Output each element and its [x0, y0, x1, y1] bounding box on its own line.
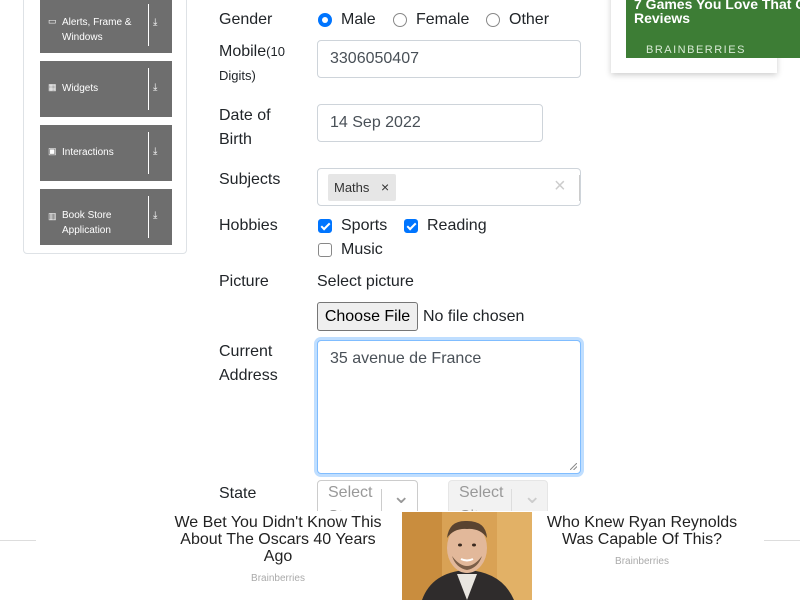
hobby-reading-label[interactable]: Reading: [427, 216, 487, 236]
file-status-text: No file chosen: [423, 308, 525, 325]
divider: [148, 68, 149, 110]
choose-file-button[interactable]: Choose File: [317, 302, 418, 331]
city-placeholder-line1: Select: [459, 484, 504, 501]
sidebar-item-interactions[interactable]: ▣ Interactions ⤓: [40, 125, 172, 181]
dob-input[interactable]: 14 Sep 2022: [317, 104, 543, 142]
ad-source-ryan-reynolds: Brainberries: [615, 556, 669, 567]
ad-thumbnail-image[interactable]: [402, 512, 532, 600]
sidebar-item-book-store[interactable]: ▥ Book Store Application ⤓: [40, 189, 172, 245]
sidebar-item-label: Alerts, Frame & Windows: [62, 17, 132, 43]
download-arrow-icon: ⤓: [153, 17, 158, 28]
resize-handle-icon[interactable]: [570, 463, 577, 470]
gender-male-label[interactable]: Male: [341, 10, 376, 30]
picture-label: Picture: [219, 273, 269, 290]
ad-headline-line2: Reviews: [634, 10, 691, 26]
interactions-icon: ▣: [48, 146, 57, 156]
sidebar-item-label: Interactions: [62, 147, 114, 158]
divider: [148, 4, 149, 46]
address-label-line1: Current: [219, 343, 273, 360]
download-arrow-icon: ⤓: [153, 82, 158, 93]
ad-source: BRAINBERRIES: [646, 44, 746, 56]
mobile-label-text: Mobile: [219, 43, 267, 60]
gender-female-radio[interactable]: [393, 13, 407, 27]
sidebar-item-alerts-frame-windows[interactable]: ▭ Alerts, Frame & Windows ⤓: [40, 0, 172, 53]
gender-other-label[interactable]: Other: [509, 10, 549, 30]
sidebar-item-label: Widgets: [62, 83, 99, 94]
download-arrow-icon: ⤓: [153, 146, 158, 157]
ad-headline: 7 Games You Love That C Reviews: [634, 0, 800, 25]
ad-headline-oscars[interactable]: We Bet You Didn't Know This About The Os…: [170, 514, 386, 565]
sidebar-item-label: Book Store Application: [62, 210, 112, 236]
subject-tag-maths: Maths ×: [328, 174, 396, 201]
book-icon: ▥: [48, 211, 57, 221]
window-icon: ▭: [48, 16, 57, 26]
gender-other-radio[interactable]: [486, 13, 500, 27]
current-address-label: Current Address: [219, 340, 278, 388]
chevron-down-icon[interactable]: ⌄: [392, 483, 410, 509]
separator: [381, 489, 382, 513]
ad-banner-top-right[interactable]: 7 Games You Love That C Reviews BRAINBER…: [626, 0, 800, 58]
dob-label-line2: Birth: [219, 131, 252, 148]
hobbies-label: Hobbies: [219, 217, 278, 234]
clear-icon[interactable]: ×: [554, 175, 566, 198]
subject-tag-label: Maths: [334, 180, 370, 195]
download-arrow-icon: ⤓: [153, 210, 158, 221]
ad-headline-ryan-reynolds[interactable]: Who Knew Ryan Reynolds Was Capable Of Th…: [541, 514, 743, 548]
widgets-icon: ▦: [48, 82, 57, 92]
gender-male-radio[interactable]: [318, 13, 332, 27]
gender-female-label[interactable]: Female: [416, 10, 469, 30]
sidebar-item-widgets[interactable]: ▦ Widgets ⤓: [40, 61, 172, 117]
hobby-music-checkbox[interactable]: [318, 243, 332, 257]
hobby-reading-checkbox[interactable]: [404, 219, 418, 233]
bottom-ad-container[interactable]: We Bet You Didn't Know This About The Os…: [36, 511, 764, 600]
subjects-input[interactable]: Maths × ×: [317, 168, 581, 206]
subjects-label: Subjects: [219, 171, 281, 188]
ad-source-oscars: Brainberries: [251, 573, 305, 584]
mobile-label: Mobile(10 Digits): [219, 40, 299, 88]
remove-tag-icon[interactable]: ×: [381, 179, 389, 195]
address-text: 35 avenue de France: [330, 350, 482, 367]
state-placeholder-line1: Select: [328, 484, 373, 501]
current-address-textarea[interactable]: 35 avenue de France: [317, 340, 581, 474]
state-label: State: [219, 485, 257, 502]
divider: [148, 132, 149, 174]
mobile-input[interactable]: 3306050407: [317, 40, 581, 78]
hobby-sports-checkbox[interactable]: [318, 219, 332, 233]
separator: [511, 489, 512, 513]
address-label-line2: Address: [219, 367, 278, 384]
divider: [148, 196, 149, 238]
dob-label-line1: Date of: [219, 107, 271, 124]
hobby-sports-label[interactable]: Sports: [341, 216, 387, 236]
dob-label: Date of Birth: [219, 104, 271, 152]
select-picture-text: Select picture: [317, 273, 414, 290]
gender-label: Gender: [219, 11, 273, 28]
chevron-down-icon: ⌄: [523, 483, 542, 508]
separator: [579, 175, 580, 201]
hobby-music-label[interactable]: Music: [341, 240, 383, 260]
